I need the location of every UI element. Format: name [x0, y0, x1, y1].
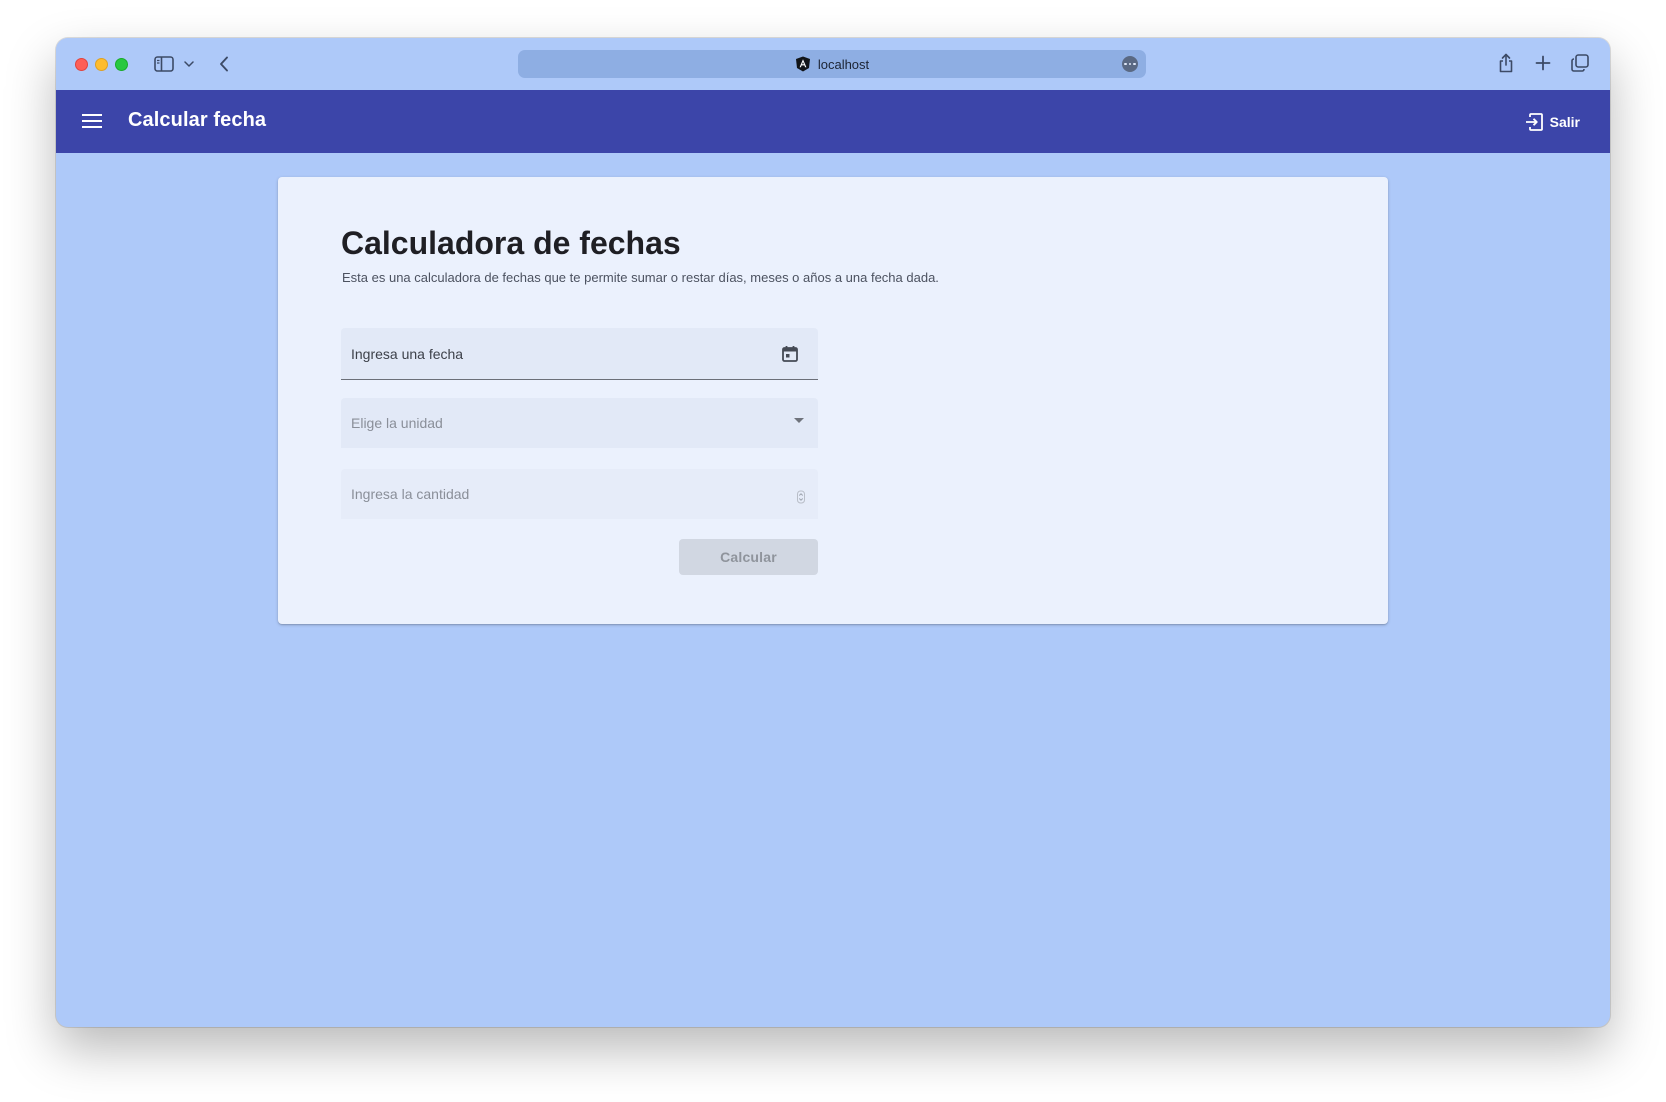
browser-window: localhost Calcular fecha Salir Calculado… — [56, 38, 1610, 1027]
minimize-window-button[interactable] — [95, 58, 108, 71]
tab-overview-icon[interactable] — [1569, 52, 1591, 74]
logout-icon — [1524, 112, 1544, 132]
sidebar-toggle-icon[interactable] — [152, 53, 176, 75]
plus-icon[interactable] — [1533, 53, 1553, 73]
maximize-window-button[interactable] — [115, 58, 128, 71]
chevron-down-icon[interactable] — [182, 56, 196, 72]
app-toolbar: Calcular fecha Salir — [56, 90, 1610, 153]
more-options-icon[interactable] — [1122, 56, 1138, 72]
number-spinner-icon[interactable] — [796, 490, 806, 504]
menu-icon[interactable] — [80, 109, 104, 133]
quantity-input-label: Ingresa la cantidad — [351, 486, 470, 502]
url-text: localhost — [817, 56, 870, 72]
share-icon[interactable] — [1496, 51, 1516, 75]
logout-label: Salir — [1549, 114, 1580, 130]
page-description: Esta es una calculadora de fechas que te… — [342, 270, 939, 285]
app-title: Calcular fecha — [128, 109, 267, 131]
angular-icon — [795, 56, 811, 72]
address-bar[interactable]: localhost — [518, 50, 1146, 78]
date-field-label: Ingresa una fecha — [351, 346, 464, 362]
browser-toolbar: localhost — [56, 38, 1610, 90]
calculate-button[interactable]: Calcular — [679, 539, 818, 575]
back-arrow-icon[interactable] — [214, 52, 234, 76]
logout-button[interactable]: Salir — [1524, 110, 1580, 134]
page-title: Calculadora de fechas — [341, 225, 681, 261]
unit-select[interactable]: Elige la unidad — [341, 398, 818, 448]
date-field[interactable]: Ingresa una fecha — [341, 328, 818, 380]
date-calculator-card: Calculadora de fechas Esta es una calcul… — [278, 177, 1388, 624]
close-window-button[interactable] — [75, 58, 88, 71]
calendar-icon[interactable] — [780, 344, 800, 364]
dropdown-arrow-icon[interactable] — [794, 418, 804, 423]
quantity-input[interactable]: Ingresa la cantidad — [341, 469, 818, 519]
unit-select-label: Elige la unidad — [351, 415, 443, 431]
